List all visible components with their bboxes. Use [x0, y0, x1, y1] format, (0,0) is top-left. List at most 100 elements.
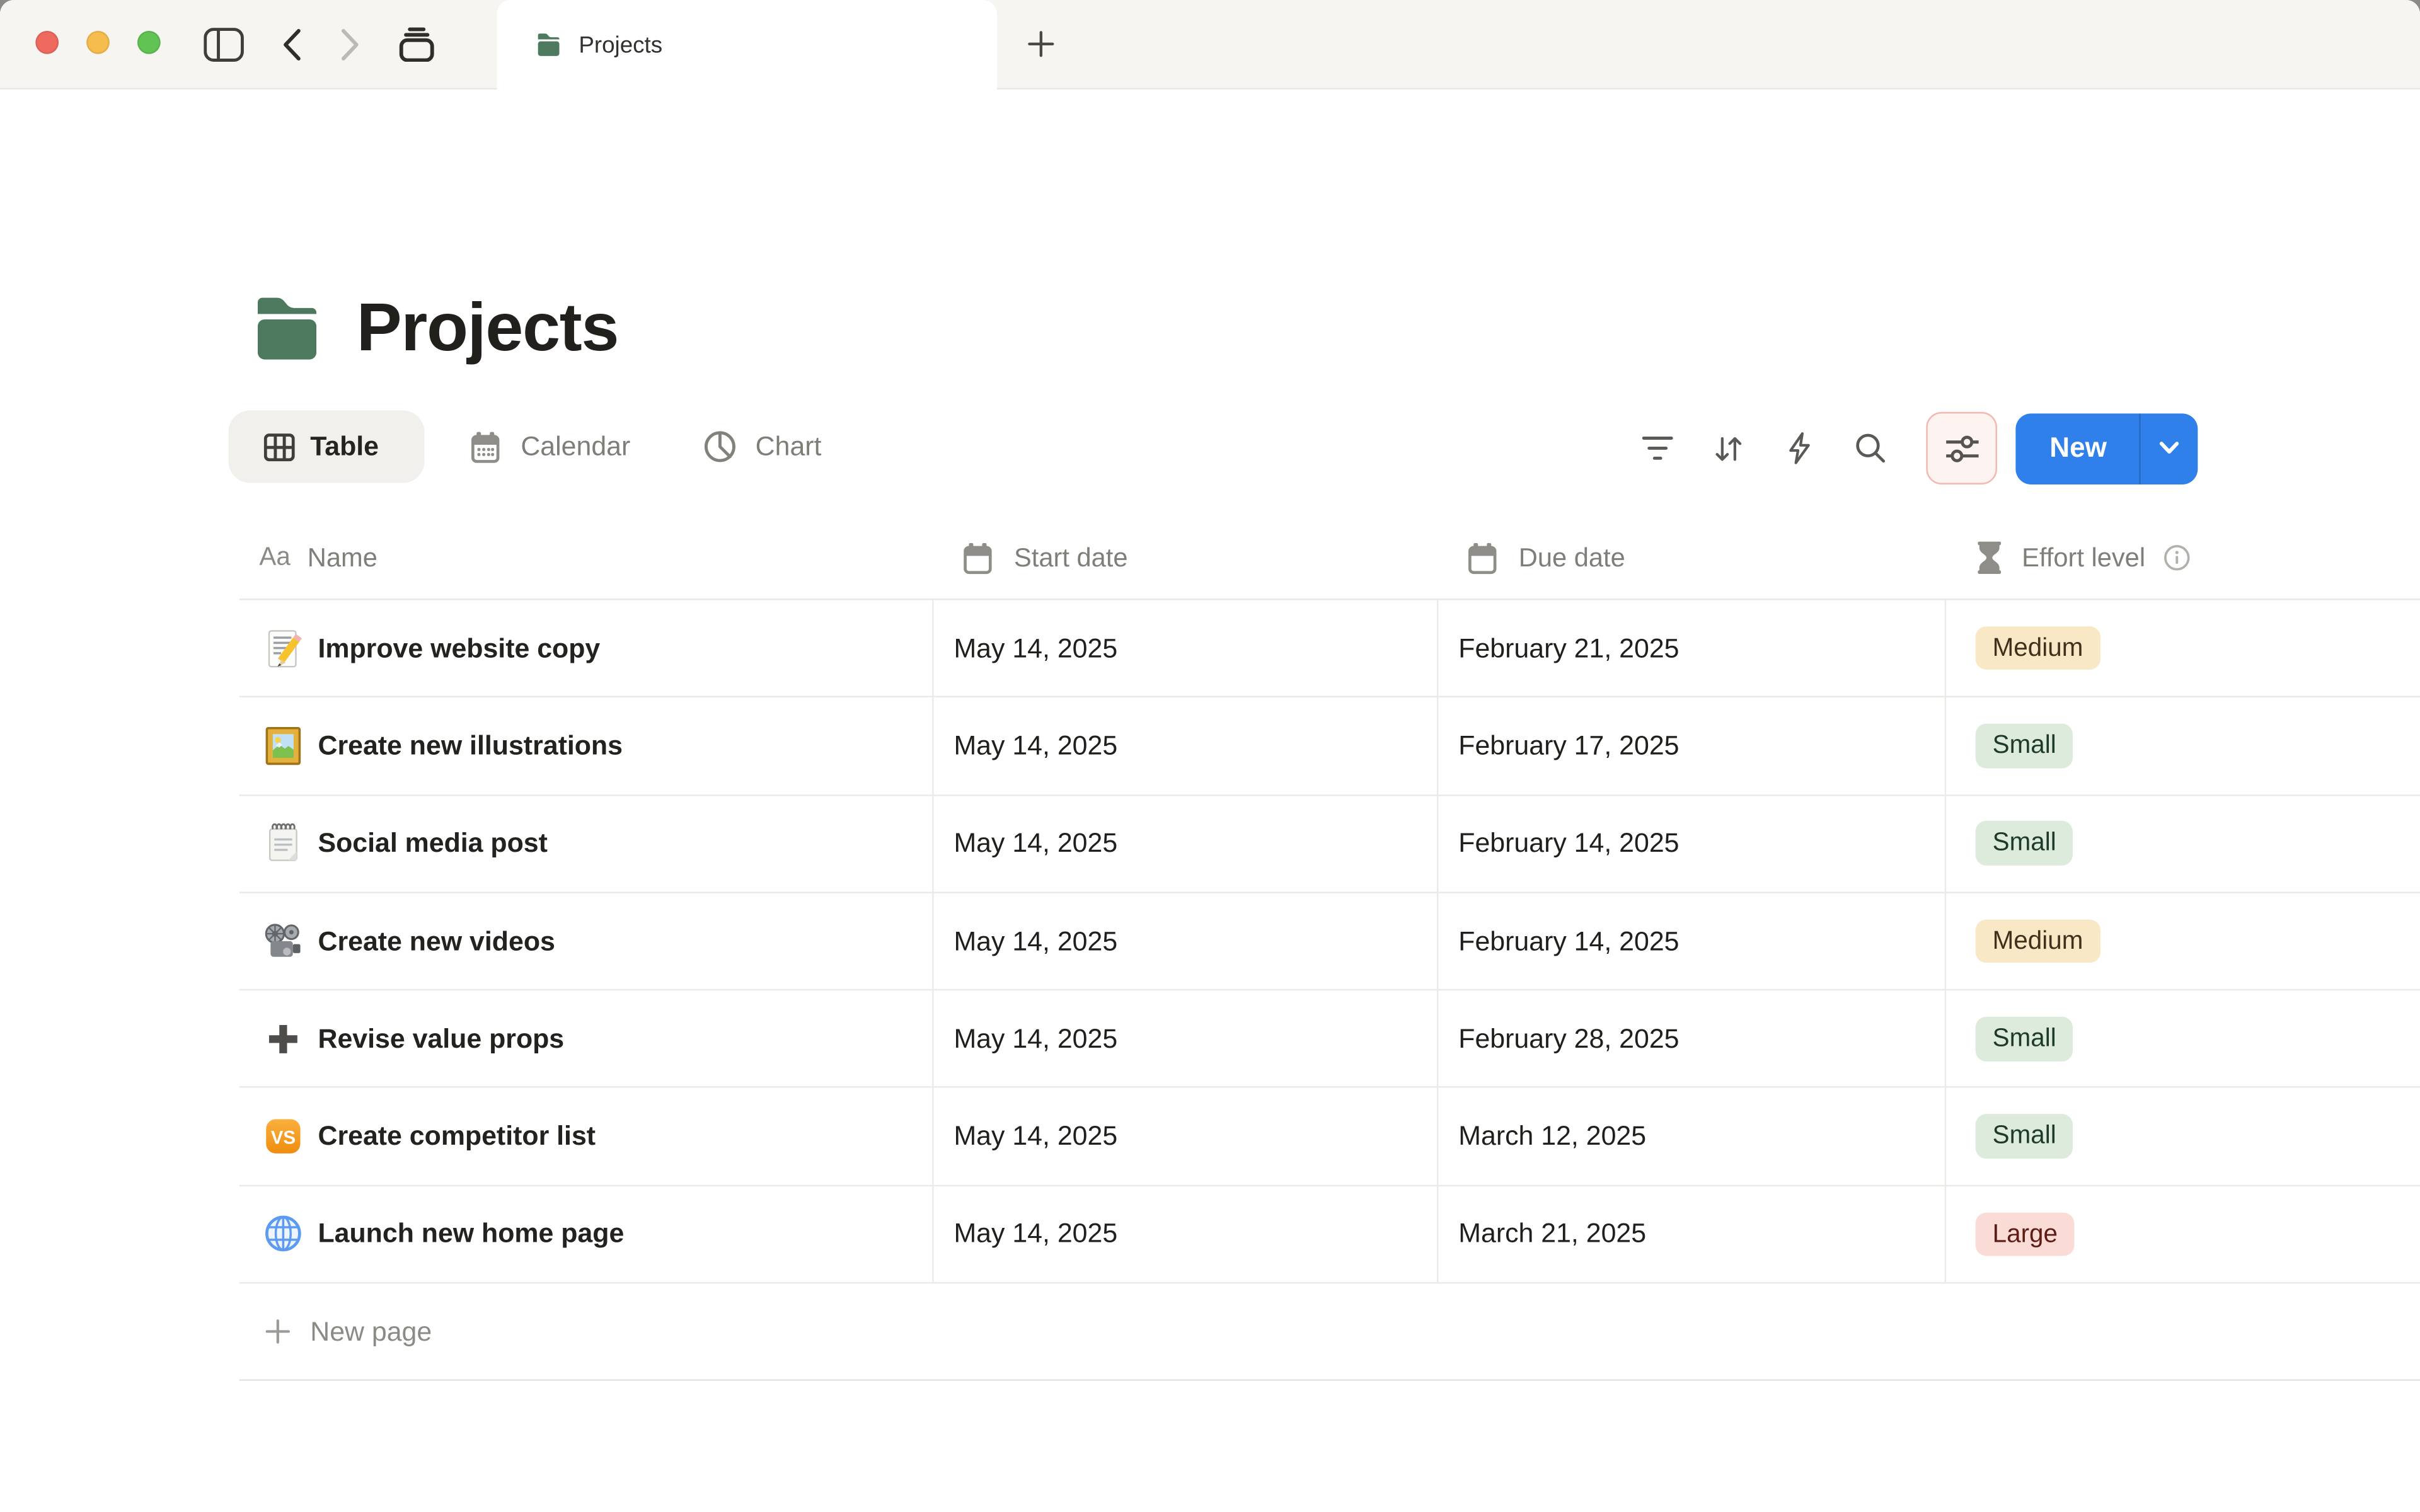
cell-start-date[interactable]: May 14, 2025	[934, 990, 1439, 1087]
cell-start-date[interactable]: May 14, 2025	[934, 893, 1439, 990]
view-calendar-label: Calendar	[521, 430, 631, 462]
start-date-value: May 14, 2025	[954, 730, 1118, 761]
page-name[interactable]: Revise value props	[318, 1022, 564, 1055]
search-icon[interactable]	[1855, 432, 1886, 464]
pie-chart-icon	[705, 430, 737, 462]
cell-due-date[interactable]: March 21, 2025	[1438, 1186, 1947, 1283]
calendar-icon	[470, 430, 502, 464]
page-name[interactable]: Improve website copy	[318, 632, 600, 664]
tab-chart-view[interactable]: Chart	[705, 430, 821, 462]
calendar-icon	[962, 541, 994, 575]
page-name[interactable]: Create competitor list	[318, 1120, 596, 1152]
new-dropdown-button[interactable]	[2141, 413, 2198, 484]
memo-icon	[262, 627, 304, 669]
cell-name[interactable]: Create new illustrations	[239, 697, 934, 794]
nav-icon-group	[204, 0, 435, 88]
cell-name[interactable]: Create new videos	[239, 893, 934, 990]
view-table-label: Table	[310, 430, 379, 462]
folder-icon[interactable]	[251, 295, 323, 363]
view-options-sliders-icon	[1944, 434, 1979, 462]
table-row[interactable]: Revise value props May 14, 2025 February…	[239, 990, 2420, 1089]
table-row[interactable]: Create new videos May 14, 2025 February …	[239, 893, 2420, 991]
cell-effort-level[interactable]: Medium	[1946, 893, 2420, 990]
page-name[interactable]: Create new illustrations	[318, 730, 622, 762]
table-row[interactable]: Social media post May 14, 2025 February …	[239, 795, 2420, 893]
vs-emoji-icon: VS	[262, 1116, 304, 1157]
column-effort-level-label: Effort level	[2022, 542, 2146, 572]
new-split-button: New	[2015, 413, 2198, 484]
page-name[interactable]: Social media post	[318, 827, 547, 859]
cell-effort-level[interactable]: Small	[1946, 796, 2420, 892]
cell-name[interactable]: Revise value props	[239, 990, 934, 1087]
close-window-button[interactable]	[35, 30, 59, 54]
info-icon[interactable]	[2164, 544, 2191, 571]
column-start-date-label: Start date	[1013, 542, 1128, 572]
sort-icon[interactable]	[1713, 433, 1744, 464]
due-date-value: February 17, 2025	[1458, 730, 1680, 761]
cell-due-date[interactable]: February 14, 2025	[1438, 893, 1947, 990]
column-header-effort-level[interactable]: Effort level	[1946, 517, 2420, 598]
page-header: Projects	[251, 290, 619, 367]
tab-projects[interactable]: Projects	[497, 0, 998, 90]
view-options-sliders-button[interactable]	[1926, 411, 1997, 484]
cell-name[interactable]: Launch new home page	[239, 1186, 934, 1283]
effort-badge: Large	[1975, 1211, 2075, 1257]
new-page-row[interactable]: New page	[239, 1284, 2420, 1380]
cell-start-date[interactable]: May 14, 2025	[934, 600, 1439, 697]
tabs-stack-icon[interactable]	[398, 26, 435, 62]
cell-due-date[interactable]: February 28, 2025	[1438, 990, 1947, 1087]
column-due-date-label: Due date	[1518, 542, 1625, 572]
cell-effort-level[interactable]: Small	[1946, 698, 2420, 794]
zoom-window-button[interactable]	[137, 30, 161, 54]
cell-start-date[interactable]: May 14, 2025	[934, 1186, 1439, 1283]
projects-table: Aa Name Start date Due date Effort level…	[239, 517, 2420, 1382]
table-row[interactable]: Improve website copy May 14, 2025 Februa…	[239, 600, 2420, 698]
hourglass-icon	[1977, 541, 2002, 575]
cell-due-date[interactable]: February 14, 2025	[1438, 795, 1947, 892]
effort-badge: Medium	[1975, 626, 2100, 670]
cell-name[interactable]: VS Create competitor list	[239, 1088, 934, 1185]
minimize-window-button[interactable]	[86, 30, 110, 54]
traffic-lights	[35, 30, 161, 54]
cell-due-date[interactable]: February 17, 2025	[1438, 697, 1947, 794]
notion-window: Projects Projects Table Calendar Chart N…	[0, 0, 2420, 1512]
cell-effort-level[interactable]: Small	[1946, 1089, 2420, 1185]
globe-icon	[262, 1213, 304, 1255]
automation-lightning-icon[interactable]	[1784, 432, 1815, 464]
effort-badge: Small	[1975, 1114, 2073, 1159]
column-header-due-date[interactable]: Due date	[1438, 517, 1946, 598]
cell-name[interactable]: Improve website copy	[239, 600, 934, 697]
back-chevron-icon[interactable]	[281, 27, 302, 61]
forward-chevron-icon[interactable]	[340, 27, 361, 61]
cell-due-date[interactable]: February 21, 2025	[1438, 600, 1947, 697]
table-row[interactable]: VS Create competitor list May 14, 2025 M…	[239, 1088, 2420, 1186]
effort-badge: Small	[1975, 821, 2073, 866]
table-row[interactable]: Launch new home page May 14, 2025 March …	[239, 1186, 2420, 1284]
due-date-value: March 21, 2025	[1458, 1218, 1647, 1249]
column-header-start-date[interactable]: Start date	[934, 517, 1439, 598]
tab-table-view[interactable]: Table	[228, 410, 425, 483]
cell-name[interactable]: Social media post	[239, 795, 934, 892]
column-header-name[interactable]: Aa Name	[239, 517, 934, 598]
page-name[interactable]: Launch new home page	[318, 1218, 624, 1250]
new-tab-plus-icon[interactable]	[1028, 0, 1054, 88]
tab-calendar-view[interactable]: Calendar	[470, 430, 631, 464]
calendar-icon	[1466, 541, 1499, 575]
table-row[interactable]: Create new illustrations May 14, 2025 Fe…	[239, 697, 2420, 796]
cell-start-date[interactable]: May 14, 2025	[934, 1088, 1439, 1185]
cell-effort-level[interactable]: Large	[1946, 1186, 2420, 1283]
cell-due-date[interactable]: March 12, 2025	[1438, 1088, 1947, 1185]
chevron-down-icon	[2159, 441, 2179, 455]
cell-start-date[interactable]: May 14, 2025	[934, 697, 1439, 794]
effort-badge: Medium	[1975, 919, 2100, 964]
sidebar-toggle-icon[interactable]	[204, 26, 244, 61]
cell-start-date[interactable]: May 14, 2025	[934, 795, 1439, 892]
aa-text-icon: Aa	[259, 543, 291, 571]
page-title[interactable]: Projects	[357, 290, 619, 367]
database-toolbar: New	[1642, 411, 2198, 484]
page-name[interactable]: Create new videos	[318, 925, 555, 957]
cell-effort-level[interactable]: Medium	[1946, 600, 2420, 697]
filter-icon[interactable]	[1642, 435, 1673, 462]
cell-effort-level[interactable]: Small	[1946, 991, 2420, 1087]
new-button[interactable]: New	[2015, 413, 2139, 484]
